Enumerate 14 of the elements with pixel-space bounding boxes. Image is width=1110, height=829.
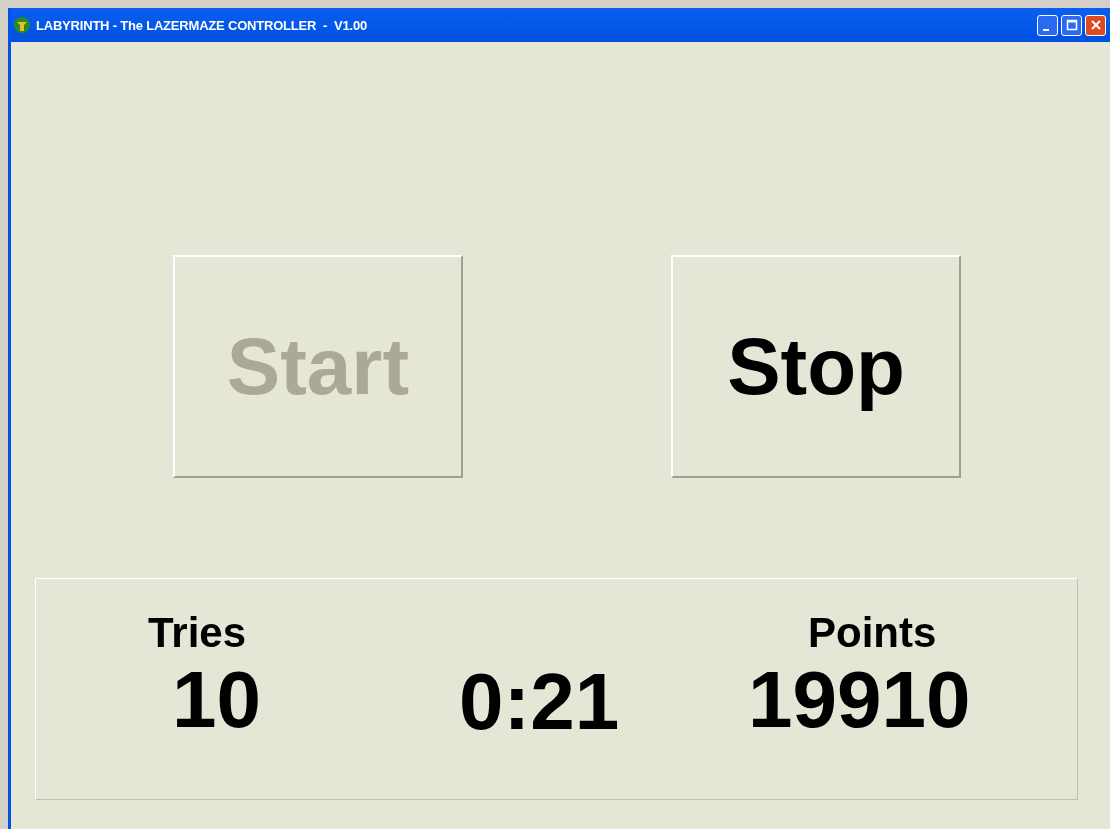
- close-button[interactable]: [1085, 14, 1106, 36]
- maximize-icon: [1065, 19, 1078, 31]
- time-value: 0:21: [459, 659, 621, 745]
- points-label: Points: [808, 609, 937, 657]
- window-title: LABYRINTH - The LAZERMAZE CONTROLLER - V1.00: [36, 17, 367, 33]
- minimize-button[interactable]: [1037, 14, 1058, 36]
- tries-value: 10: [172, 657, 262, 743]
- points-value: 19910: [748, 657, 971, 743]
- minimize-icon: [1043, 29, 1049, 31]
- close-icon: [1089, 19, 1102, 31]
- maximize-button[interactable]: [1061, 14, 1082, 36]
- tries-label: Tries: [148, 609, 248, 657]
- app-icon: [13, 16, 31, 34]
- stop-button[interactable]: Stop: [671, 255, 961, 478]
